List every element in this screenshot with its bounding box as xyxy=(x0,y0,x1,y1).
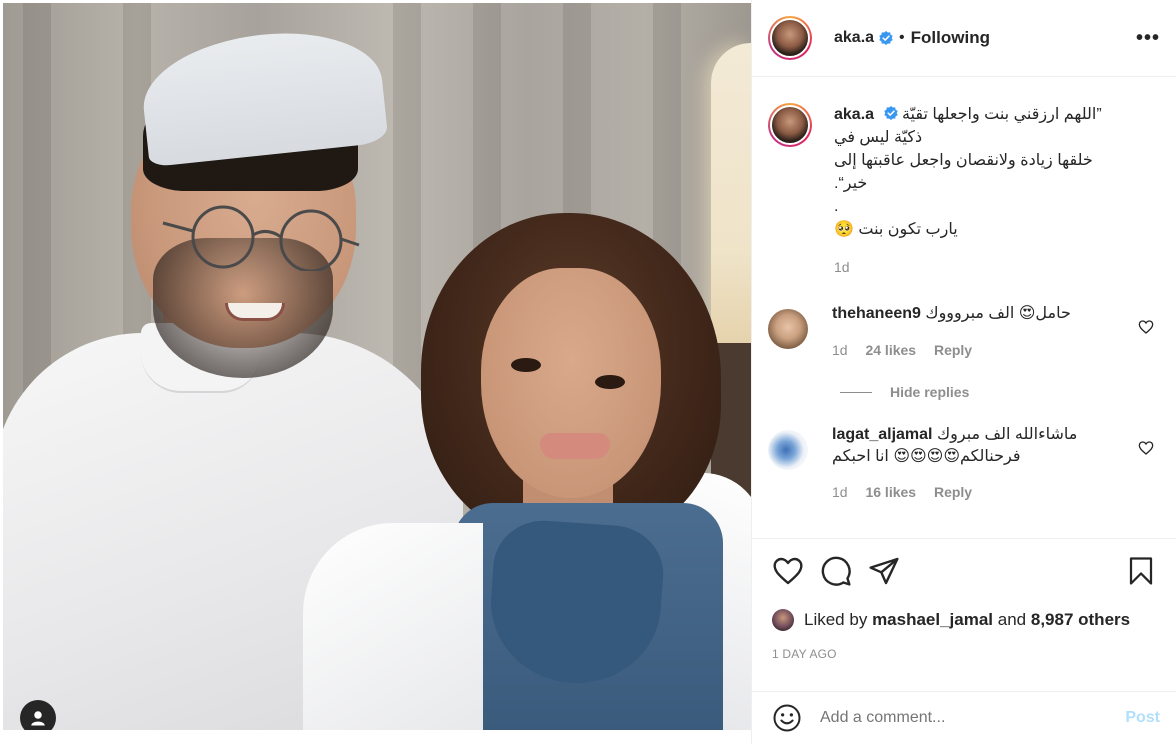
comment-body: lagat_aljamal ماشاءالله الف مبروك فرحنال… xyxy=(832,424,1132,500)
hide-replies-button[interactable]: Hide replies xyxy=(840,384,1176,400)
caption-avatar[interactable] xyxy=(768,103,812,147)
woman-face xyxy=(481,268,661,498)
post-sidebar: aka.a • Following ••• aka.a ”اللهم ارزقن… xyxy=(751,0,1176,744)
comment-like-icon[interactable] xyxy=(1138,440,1154,456)
comment-content: ماشاءالله الف مبروك xyxy=(936,426,1078,443)
user-tag-icon[interactable] xyxy=(20,700,56,730)
comment-meta: 1d 16 likes Reply xyxy=(832,484,1132,500)
author-avatar[interactable] xyxy=(768,16,812,60)
user-tag-glyph xyxy=(31,711,45,726)
add-comment-input[interactable] xyxy=(820,709,1126,727)
reply-button[interactable]: Reply xyxy=(934,484,972,500)
author-avatar-image xyxy=(770,18,810,58)
comment-icon[interactable] xyxy=(820,555,852,587)
comment-content: حامل😍 الف مبروووك xyxy=(925,305,1071,322)
hide-replies-label: Hide replies xyxy=(890,384,970,400)
reply-button[interactable]: Reply xyxy=(934,342,972,358)
header-separator: • xyxy=(899,29,905,46)
caption-avatar-image xyxy=(770,105,810,145)
commenter-username[interactable]: thehaneen9 xyxy=(832,305,921,322)
caption-line: خير“. xyxy=(834,175,868,192)
following-button[interactable]: Following xyxy=(911,28,990,48)
liker-avatar[interactable] xyxy=(772,609,794,631)
comment-likes[interactable]: 24 likes xyxy=(865,342,916,358)
man-smile xyxy=(225,303,285,321)
commenter-username[interactable]: lagat_aljamal xyxy=(832,426,933,443)
lamp-shade xyxy=(711,43,751,343)
post-comment-button[interactable]: Post xyxy=(1125,709,1160,727)
post-actions: Liked by mashael_jamal and 8,987 others … xyxy=(752,538,1176,668)
caption-line: . xyxy=(834,198,839,215)
caption-username[interactable]: aka.a xyxy=(834,106,874,123)
glasses xyxy=(162,205,360,271)
comments-section[interactable]: aka.a ”اللهم ارزقني بنت واجعلها تقيّة ذك… xyxy=(752,78,1176,538)
post-timestamp[interactable]: 1 DAY AGO xyxy=(772,647,1156,661)
share-icon[interactable] xyxy=(868,555,900,587)
replies-divider xyxy=(840,391,872,393)
more-options-icon[interactable]: ••• xyxy=(1136,27,1160,50)
comment-text: lagat_aljamal ماشاءالله الف مبروك فرحنال… xyxy=(832,424,1132,468)
commenter-avatar[interactable] xyxy=(768,309,808,349)
caption-line: خلقها زيادة ولانقصان واجعل عاقبتها إلى xyxy=(834,152,1093,169)
likes-prefix: Liked by xyxy=(804,610,868,629)
caption-timestamp[interactable]: 1d xyxy=(834,259,1124,275)
woman-eye-left xyxy=(511,358,541,372)
post-header: aka.a • Following ••• xyxy=(752,0,1176,77)
verified-badge-icon xyxy=(879,31,893,45)
comment-time[interactable]: 1d xyxy=(832,484,848,500)
woman-eye-right xyxy=(595,375,625,389)
liker-username[interactable]: mashael_jamal xyxy=(872,610,993,630)
emoji-icon[interactable] xyxy=(772,703,802,733)
comment-item: lagat_aljamal ماشاءالله الف مبروك فرحنال… xyxy=(752,424,1176,500)
likes-and: and xyxy=(997,610,1027,629)
comment-body: thehaneen9 حامل😍 الف مبروووك 1d 24 likes… xyxy=(832,303,1132,358)
likes-others[interactable]: 8,987 others xyxy=(1031,610,1130,630)
caption-body: aka.a ”اللهم ارزقني بنت واجعلها تقيّة ذك… xyxy=(834,103,1124,275)
add-comment-bar: Post xyxy=(752,691,1176,744)
comment-content: فرحنالكم😍😍😍😍 انا احبكم xyxy=(832,448,1021,465)
post-photo[interactable] xyxy=(3,3,751,730)
likes-summary: Liked by mashael_jamal and 8,987 others xyxy=(772,609,1156,631)
woman-lips xyxy=(540,433,610,459)
caption-line: يارب تكون بنت 🥺 xyxy=(834,221,958,238)
comment-likes[interactable]: 16 likes xyxy=(865,484,916,500)
comment-like-icon[interactable] xyxy=(1138,319,1154,335)
action-icons xyxy=(772,555,1156,587)
comment-text: thehaneen9 حامل😍 الف مبروووك xyxy=(832,303,1132,325)
caption-text: aka.a ”اللهم ارزقني بنت واجعلها تقيّة ذك… xyxy=(834,103,1124,241)
man-cap xyxy=(137,22,389,168)
caption-line: ”اللهم ارزقني بنت واجعلها تقيّة ذكيّة لي… xyxy=(834,106,1102,146)
commenter-avatar[interactable] xyxy=(768,430,808,470)
comment-item: thehaneen9 حامل😍 الف مبروووك 1d 24 likes… xyxy=(752,303,1176,358)
bookmark-icon[interactable] xyxy=(1126,555,1156,587)
author-username[interactable]: aka.a xyxy=(834,29,874,47)
verified-badge-icon xyxy=(883,106,898,120)
post-caption: aka.a ”اللهم ارزقني بنت واجعلها تقيّة ذك… xyxy=(752,78,1176,275)
woman-robe-left xyxy=(303,523,483,730)
heart-icon[interactable] xyxy=(772,555,804,587)
comment-time[interactable]: 1d xyxy=(832,342,848,358)
comment-meta: 1d 24 likes Reply xyxy=(832,342,1132,358)
